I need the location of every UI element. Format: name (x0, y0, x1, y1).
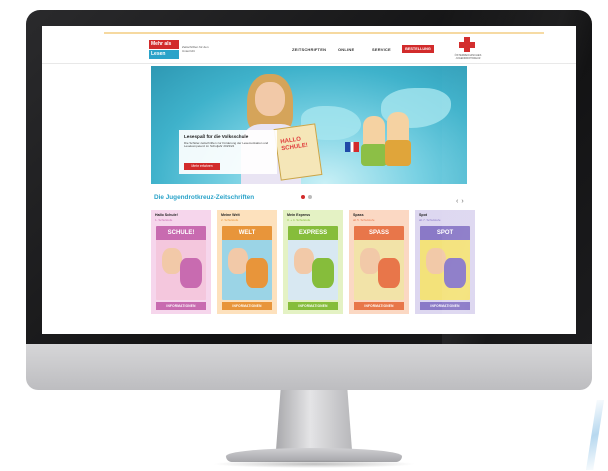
magazine-card[interactable]: Spot ab 7. Schulstufe SPOT INFORMATIONEN (415, 210, 475, 314)
promo-title: Lesespaß für die Volksschule (184, 134, 249, 139)
website-screen: Mehr als Lesen Zeitschriften für den Unt… (42, 26, 576, 334)
magazine-card[interactable]: Meine Welt 2. Schulstufe WELT INFORMATIONEN (217, 210, 277, 314)
card-grade: 3. + 4. Schulstufe (287, 218, 311, 222)
decorative-swoosh (586, 400, 604, 470)
carousel-dot[interactable] (308, 195, 312, 199)
card-title: Meine Welt (221, 213, 240, 217)
carousel-dots (301, 186, 315, 204)
magazine-card[interactable]: Mein Express 3. + 4. Schulstufe EXPRESS INF… (283, 210, 343, 314)
card-grade: 1. Schulstufe (155, 218, 173, 222)
magazine-card[interactable]: Hallo Schule! 1. Schulstufe SCHULE! INFORMA… (151, 210, 211, 314)
chevron-right-icon[interactable]: › (461, 198, 466, 205)
cover-illustration (246, 258, 268, 288)
partner-text: ÖSTERREICHISCHES JUGENDROTKREUZ (454, 54, 482, 60)
red-cross-logo[interactable]: ÖSTERREICHISCHES JUGENDROTKREUZ (455, 37, 481, 60)
cover-masthead: SPASS (354, 226, 404, 240)
nav-item-online[interactable]: ONLINE (338, 47, 354, 52)
site-header: Mehr als Lesen Zeitschriften für den Unt… (42, 26, 576, 64)
cover-illustration (180, 258, 202, 288)
cover-illustration (228, 248, 248, 274)
monitor-stand (276, 390, 352, 450)
cover-illustration (162, 248, 182, 274)
card-grade: ab 5. Schulstufe (353, 218, 375, 222)
cover-masthead: EXPRESS (288, 226, 338, 240)
girl-face (255, 82, 285, 116)
logo-line-1: Mehr als (149, 40, 179, 49)
magazine-cover[interactable]: SPOT (420, 226, 470, 300)
card-info-button[interactable]: INFORMATIONEN (420, 302, 470, 310)
cover-illustration (378, 258, 400, 288)
hero-magazine: HALLO SCHULE! (273, 123, 323, 181)
magazine-cover[interactable]: WELT (222, 226, 272, 300)
cross-horizontal (459, 41, 475, 48)
logo-line-2: Lesen (149, 50, 179, 59)
header-accent-line (104, 32, 544, 34)
magazine-cover[interactable]: EXPRESS (288, 226, 338, 300)
card-title: Hallo Schule! (155, 213, 178, 217)
flag-icon (345, 142, 359, 152)
magazine-cover[interactable]: SPASS (354, 226, 404, 300)
hero-promo-box: Lesespaß für die Volksschule Die Schüler… (179, 130, 277, 174)
card-title: Spot (419, 213, 427, 217)
cover-masthead: WELT (222, 226, 272, 240)
card-info-button[interactable]: INFORMATIONEN (354, 302, 404, 310)
stand-shadow (212, 460, 416, 468)
card-grade: 2. Schulstufe (221, 218, 239, 222)
cover-illustration (426, 248, 446, 274)
logo-subtitle: Zeitschriften für den Unterricht (182, 45, 209, 53)
cover-illustration (294, 248, 314, 274)
carousel-arrows: ‹› (456, 198, 467, 205)
cover-masthead: SCHULE! (156, 226, 206, 240)
promo-more-button[interactable]: Mehr erfahren (184, 163, 220, 170)
card-title: Spass (353, 213, 364, 217)
section-title: Die Jugendrotkreuz-Zeitschriften (154, 194, 255, 201)
monitor-bezel: Mehr als Lesen Zeitschriften für den Unt… (26, 10, 592, 352)
monitor-chin (26, 344, 592, 390)
nav-item-zeitschriften[interactable]: ZEITSCHRIFTEN (292, 47, 326, 52)
hero-magazine-title: HALLO SCHULE! (280, 136, 309, 153)
card-grade: ab 7. Schulstufe (419, 218, 441, 222)
hero-banner[interactable]: HALLO SCHULE! Lesespaß für die Volksschu… (151, 66, 467, 184)
magazine-card[interactable]: Spass ab 5. Schulstufe SPASS INFORMATIONEN (349, 210, 409, 314)
carousel-dot-active[interactable] (301, 195, 305, 199)
nav-item-service[interactable]: SERVICE (372, 47, 391, 52)
site-logo[interactable]: Mehr als Lesen Zeitschriften für den Unt… (149, 40, 213, 60)
cartoon-girl-body (385, 140, 411, 166)
card-info-button[interactable]: INFORMATIONEN (288, 302, 338, 310)
cover-masthead: SPOT (420, 226, 470, 240)
magazine-cover[interactable]: SCHULE! (156, 226, 206, 300)
cartoon-boy-body (361, 144, 387, 166)
cover-illustration (444, 258, 466, 288)
card-title: Mein Express (287, 213, 311, 217)
card-info-button[interactable]: INFORMATIONEN (156, 302, 206, 310)
cover-illustration (312, 258, 334, 288)
cover-illustration (360, 248, 380, 274)
promo-text: Die Schüler-zeitschriften zur Förderung … (184, 140, 269, 149)
card-info-button[interactable]: INFORMATIONEN (222, 302, 272, 310)
nav-order-button[interactable]: BESTELLUNG (402, 45, 434, 53)
